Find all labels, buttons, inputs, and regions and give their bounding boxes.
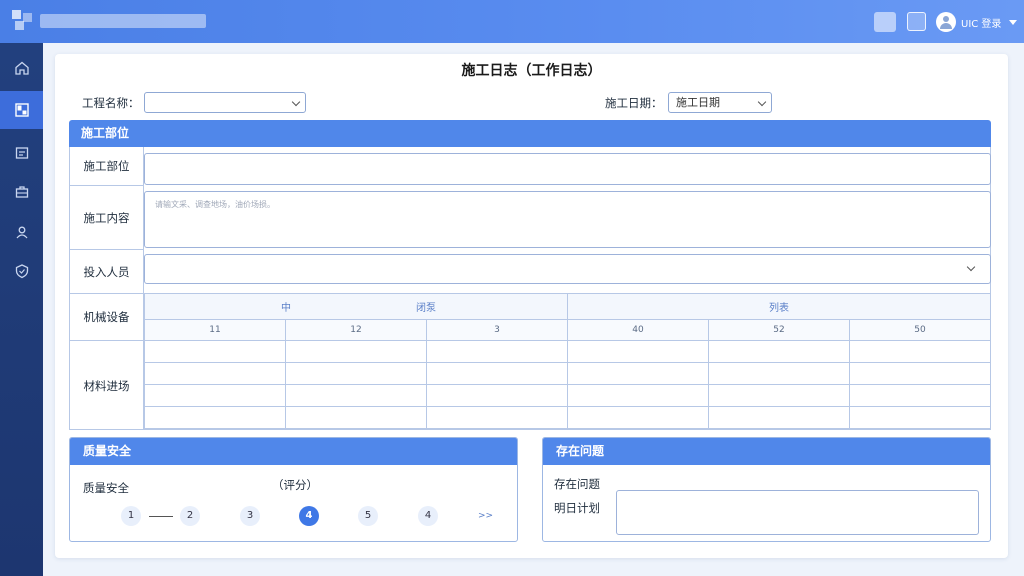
avatar [936,12,956,32]
user-label: UIC 登录 [961,18,1002,30]
score-option-6[interactable]: 4 [418,506,438,526]
table-cell[interactable] [144,362,286,385]
briefcase-icon [15,186,28,198]
staff-select[interactable] [144,254,991,284]
content-label: 施工内容 [70,186,144,249]
column-header: 11 [144,319,286,341]
chevron-down-icon [757,97,767,107]
home-icon [14,61,29,75]
log-form: 施工部位 施工内容 请输文采、调查地场，油价场损。 投入人员 机械设备 材料进场… [69,147,991,430]
score-label: （评分） [272,478,318,492]
location-label: 施工部位 [70,147,144,185]
table-cell[interactable] [567,406,709,429]
plan-textarea[interactable] [616,490,979,535]
table-cell[interactable] [849,384,991,407]
users-icon [16,226,27,239]
table-cell[interactable] [426,384,568,407]
column-header: 40 [567,319,709,341]
table-cell[interactable] [426,340,568,363]
location-input[interactable] [144,153,991,185]
quality-card: 质量安全 质量安全 （评分） 1 2 3 4 5 4 >> [69,437,518,542]
table-cell[interactable] [708,384,850,407]
group-header-text: 闭泵 [416,303,436,314]
equipment-label: 机械设备 [70,294,144,340]
table-row [144,384,991,407]
quality-label: 质量安全 [83,481,129,495]
issues-card-title: 存在问题 [543,438,990,465]
table-cell[interactable] [426,406,568,429]
table-cell[interactable] [849,406,991,429]
top-bar: UIC 登录 [0,0,1024,43]
table-cell[interactable] [849,340,991,363]
table-cell[interactable] [426,362,568,385]
project-select[interactable] [144,92,306,113]
table-cell[interactable] [285,384,427,407]
table-cell[interactable] [567,340,709,363]
table-cell[interactable] [708,406,850,429]
score-option-1[interactable]: 1 [121,506,141,526]
score-option-2[interactable]: 2 [180,506,200,526]
date-select-value: 施工日期 [676,96,720,109]
project-label: 工程名称： [82,96,140,110]
group-header: 中 闭泵 [144,293,568,320]
sidebar-item-documents[interactable] [0,134,43,172]
column-header: 12 [285,319,427,341]
chevron-down-icon [966,262,976,272]
equipment-table: 中 闭泵 列表 11 12 3 40 52 50 [144,293,991,429]
issues-label: 存在问题 [554,477,600,491]
sidebar-item-home[interactable] [0,49,43,87]
table-cell[interactable] [849,362,991,385]
sidebar [0,43,43,576]
sidebar-item-tasks[interactable] [0,173,43,211]
sidebar-item-users[interactable] [0,213,43,251]
content-placeholder: 请输文采、调查地场，油价场损。 [155,200,275,209]
group-header-text: 中 [281,303,291,314]
plan-label: 明日计划 [554,501,600,515]
column-header: 50 [849,319,991,341]
table-row [144,340,991,363]
notification-icon[interactable] [874,12,896,32]
content-textarea[interactable]: 请输文采、调查地场，油价场损。 [144,191,991,248]
score-option-5[interactable]: 5 [358,506,378,526]
table-cell[interactable] [567,362,709,385]
section-header: 施工部位 [69,120,991,147]
table-row [144,362,991,385]
shield-icon [15,264,28,279]
column-header: 3 [426,319,568,341]
app-title-placeholder [40,14,206,28]
sidebar-item-security[interactable] [0,252,43,290]
table-cell[interactable] [285,406,427,429]
table-cell[interactable] [708,340,850,363]
table-cell[interactable] [708,362,850,385]
group-header: 列表 [567,293,991,320]
table-cell[interactable] [285,362,427,385]
chevron-down-icon [291,97,301,107]
materials-label: 材料进场 [70,341,144,430]
fullscreen-icon[interactable] [907,12,926,31]
table-cell[interactable] [144,340,286,363]
main-panel: 施工日志（工作日志） 工程名称： 施工日期： 施工日期 施工部位 施工部位 施工… [55,54,1008,558]
user-menu[interactable]: UIC 登录 [936,11,1018,33]
sidebar-item-dashboard[interactable] [0,91,43,129]
date-label: 施工日期： [605,96,663,110]
dashboard-icon [14,103,29,117]
table-cell[interactable] [285,340,427,363]
table-cell[interactable] [144,406,286,429]
table-row [144,406,991,429]
more-link[interactable]: >> [478,511,493,521]
table-cell[interactable] [144,384,286,407]
issues-card: 存在问题 存在问题 明日计划 [542,437,991,542]
date-select[interactable]: 施工日期 [668,92,772,113]
document-icon [15,147,28,159]
table-cell[interactable] [567,384,709,407]
quality-card-title: 质量安全 [70,438,517,465]
column-header: 52 [708,319,850,341]
staff-label: 投入人员 [70,250,144,293]
score-connector [149,516,173,517]
score-option-3[interactable]: 3 [240,506,260,526]
app-logo [12,10,34,32]
page-title: 施工日志（工作日志） [461,63,602,79]
score-option-4[interactable]: 4 [299,506,319,526]
chevron-down-icon [1009,19,1018,25]
